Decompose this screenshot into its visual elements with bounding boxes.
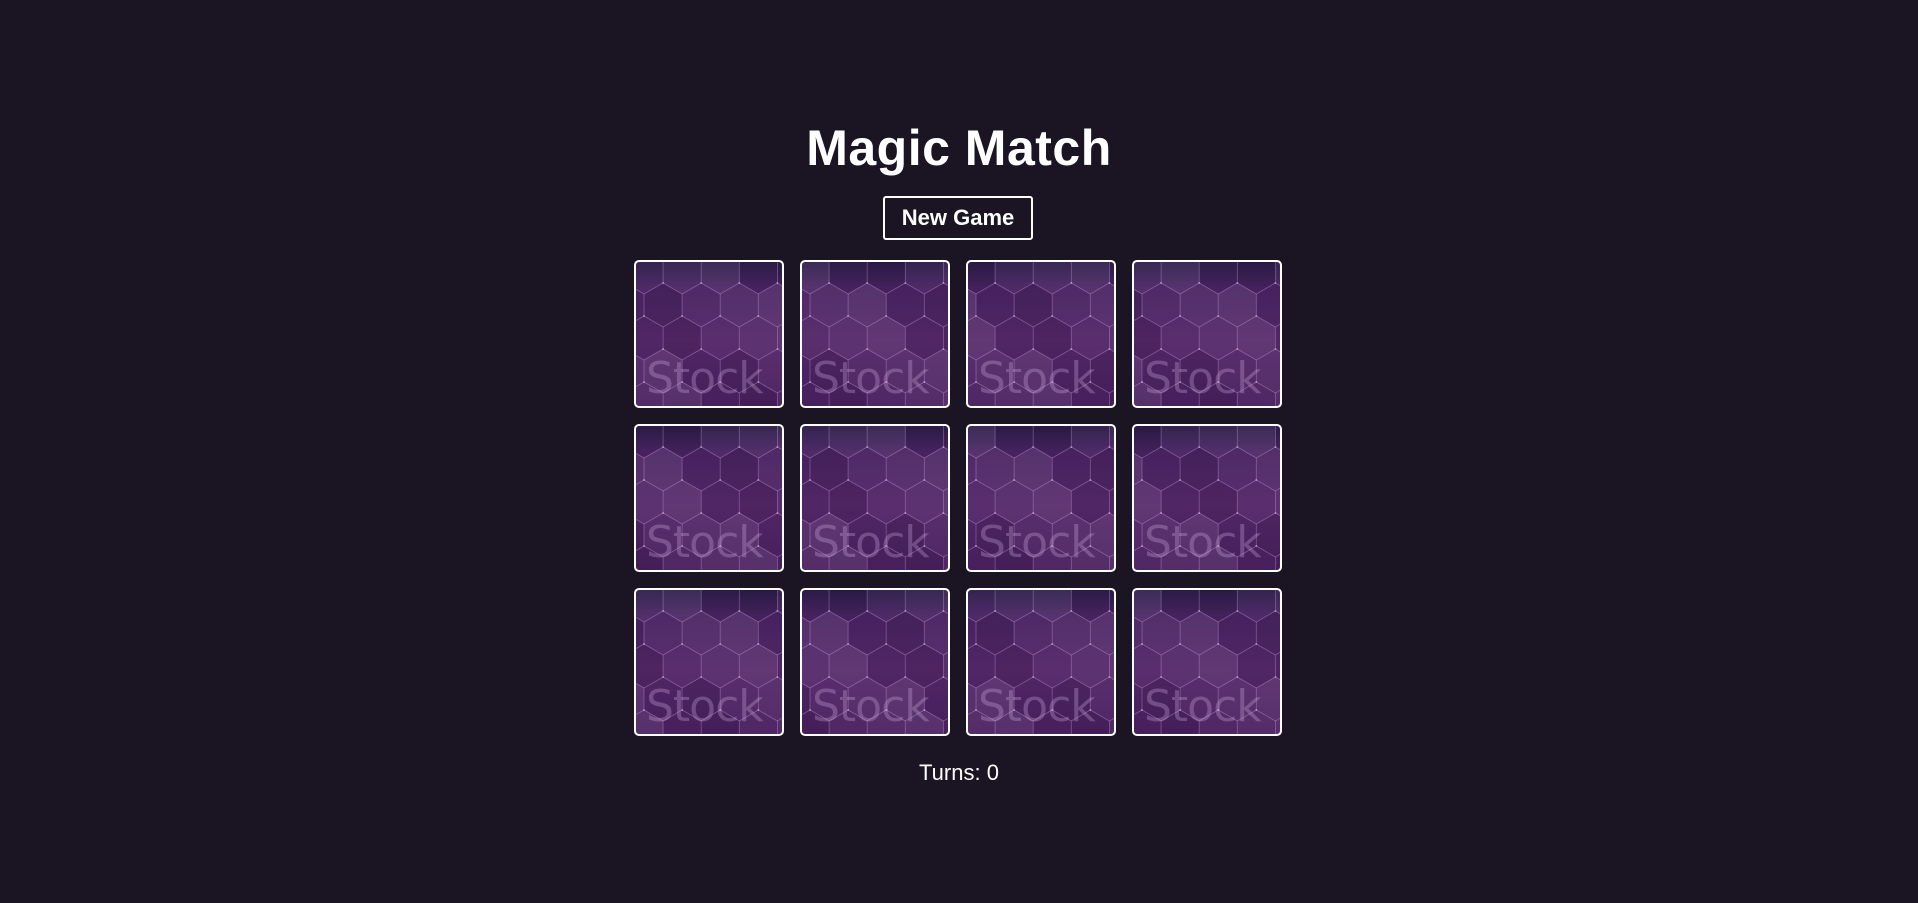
card-back[interactable]: Stock (634, 424, 784, 572)
card-watermark: Stock (1144, 517, 1262, 568)
new-game-button[interactable]: New Game (883, 196, 1033, 240)
turns-counter: Turns: 0 (0, 758, 1918, 788)
card-watermark: Stock (812, 681, 930, 732)
card-grid: Stock Stock Stock Stock Stock Stock Stock Stock… (634, 260, 1282, 736)
game-app: Magic Match New Game Stock Stock Stock Stoc… (0, 0, 1918, 903)
card-back[interactable]: Stock (800, 588, 950, 736)
card-back[interactable]: Stock (634, 588, 784, 736)
card-watermark: Stock (812, 517, 930, 568)
card-back[interactable]: Stock (966, 588, 1116, 736)
card-back[interactable]: Stock (1132, 588, 1282, 736)
card-back[interactable]: Stock (966, 424, 1116, 572)
card-back[interactable]: Stock (966, 260, 1116, 408)
card-back[interactable]: Stock (1132, 424, 1282, 572)
card-watermark: Stock (646, 517, 764, 568)
card-watermark: Stock (978, 517, 1096, 568)
card-back[interactable]: Stock (800, 424, 950, 572)
turns-label: Turns: (919, 760, 981, 785)
card-watermark: Stock (978, 353, 1096, 404)
card-watermark: Stock (978, 681, 1096, 732)
card-watermark: Stock (646, 681, 764, 732)
card-back[interactable]: Stock (800, 260, 950, 408)
card-back[interactable]: Stock (634, 260, 784, 408)
card-watermark: Stock (1144, 681, 1262, 732)
turns-value: 0 (986, 760, 999, 785)
card-watermark: Stock (812, 353, 930, 404)
card-back[interactable]: Stock (1132, 260, 1282, 408)
game-title: Magic Match (806, 120, 1112, 176)
card-watermark: Stock (1144, 353, 1262, 404)
card-watermark: Stock (646, 353, 764, 404)
